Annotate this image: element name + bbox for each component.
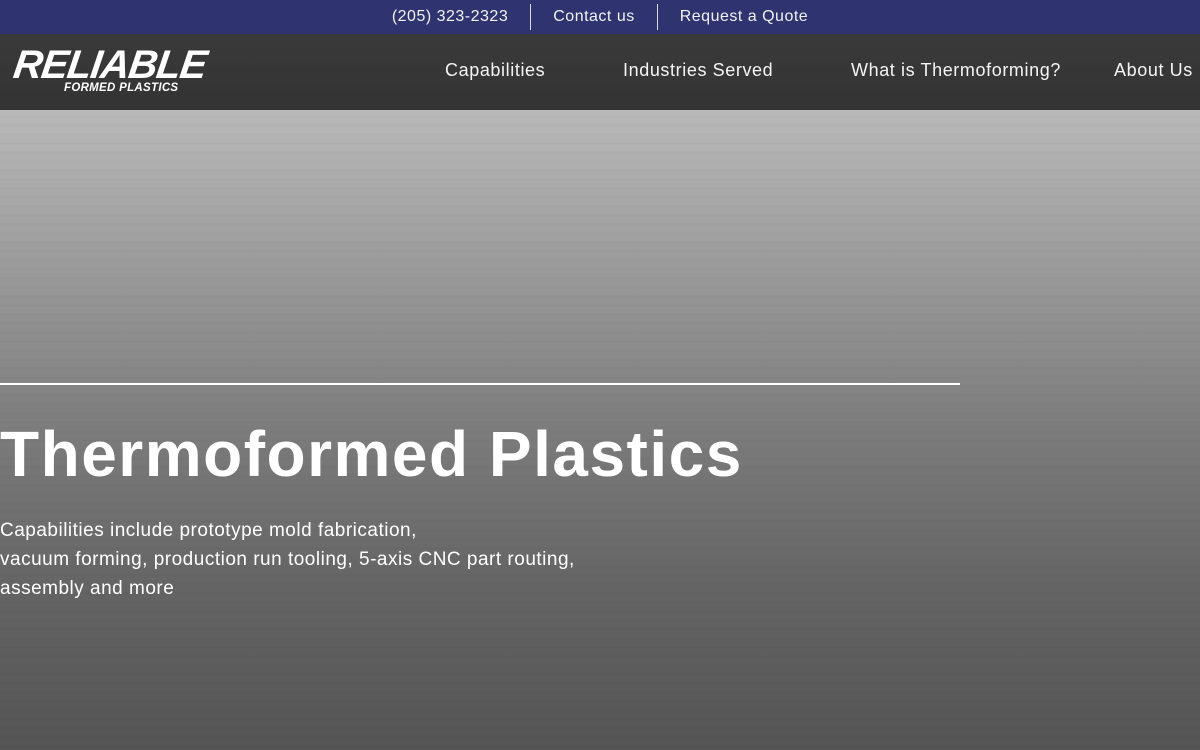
request-quote-link[interactable]: Request a Quote — [658, 4, 830, 30]
nav-industries-served[interactable]: Industries Served — [623, 60, 773, 81]
contact-us-link[interactable]: Contact us — [531, 4, 656, 30]
hero-description-line: Capabilities include prototype mold fabr… — [0, 520, 417, 541]
nav-capabilities[interactable]: Capabilities — [445, 60, 545, 81]
main-nav: Capabilities Industries Served What is T… — [0, 34, 1200, 110]
hero-description-line: vacuum forming, production run tooling, … — [0, 549, 575, 570]
nav-about-us[interactable]: About Us — [1114, 60, 1193, 81]
utility-bar: (205) 323-2323 Contact us Request a Quot… — [0, 0, 1200, 34]
main-header: RELIABLE FORMED PLASTICS Capabilities In… — [0, 34, 1200, 110]
hero-description-line: assembly and more — [0, 578, 175, 599]
hero-description: Capabilities include prototype mold fabr… — [0, 516, 640, 603]
hero-banner: Thermoformed Plastics Capabilities inclu… — [0, 110, 1200, 750]
phone-link[interactable]: (205) 323-2323 — [370, 4, 530, 30]
nav-what-is-thermoforming[interactable]: What is Thermoforming? — [851, 60, 1061, 81]
hero-title: Thermoformed Plastics — [0, 418, 743, 490]
hero-divider — [0, 383, 960, 385]
